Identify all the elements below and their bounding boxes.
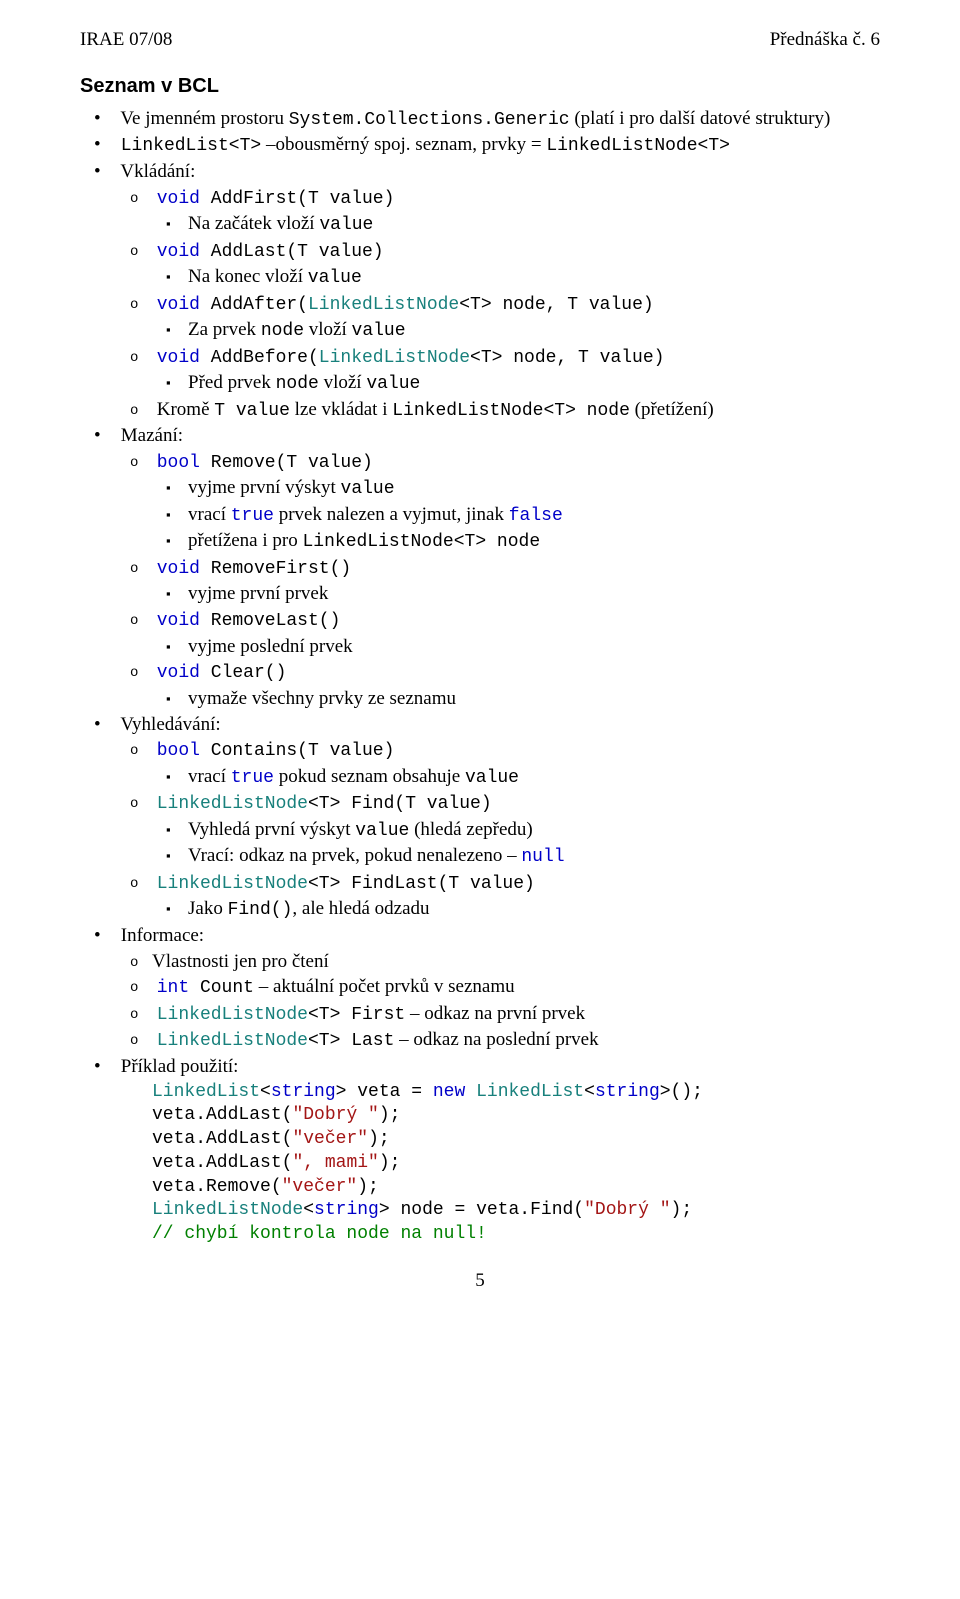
top-list: Ve jmenném prostoru System.Collections.G…: [80, 107, 880, 1247]
informace-header: Informace: Vlastnosti jen pro čtení int …: [116, 924, 880, 1053]
mazani-header: Mazání: bool Remove(T value) vyjme první…: [116, 424, 880, 711]
addlast: void AddLast(T value) Na konec vloží val…: [152, 239, 880, 290]
header-right: Přednáška č. 6: [770, 28, 880, 52]
find: LinkedListNode<T> Find(T value) Vyhledá …: [152, 791, 880, 869]
section-title: Seznam v BCL: [80, 74, 880, 99]
addafter: void AddAfter(LinkedListNode<T> node, T …: [152, 292, 880, 343]
page-number: 5: [80, 1269, 880, 1293]
contains: bool Contains(T value) vrací true pokud …: [152, 738, 880, 789]
addfirst: void AddFirst(T value) Na začátek vloží …: [152, 186, 880, 237]
info-readonly: Vlastnosti jen pro čtení: [152, 950, 880, 974]
page-header: IRAE 07/08 Přednáška č. 6: [80, 28, 880, 52]
vkladani-header: Vkládání: void AddFirst(T value) Na začá…: [116, 160, 880, 422]
info-count: int Count – aktuální počet prvků v sezna…: [152, 975, 880, 1000]
info-first: LinkedListNode<T> First – odkaz na první…: [152, 1002, 880, 1027]
addbefore: void AddBefore(LinkedListNode<T> node, T…: [152, 345, 880, 396]
code-example: LinkedList<string> veta = new LinkedList…: [116, 1081, 880, 1247]
clear: void Clear() vymaže všechny prvky ze sez…: [152, 660, 880, 710]
info-last: LinkedListNode<T> Last – odkaz na posled…: [152, 1028, 880, 1053]
header-left: IRAE 07/08: [80, 28, 172, 52]
vyhledavani-header: Vyhledávání: bool Contains(T value) vrac…: [116, 713, 880, 922]
intro-line-1: Ve jmenném prostoru System.Collections.G…: [116, 107, 880, 132]
removelast: void RemoveLast() vyjme poslední prvek: [152, 608, 880, 658]
removefirst: void RemoveFirst() vyjme první prvek: [152, 556, 880, 606]
findlast: LinkedListNode<T> FindLast(T value) Jako…: [152, 871, 880, 922]
vkladani-overload-note: Kromě T value lze vkládat i LinkedListNo…: [152, 398, 880, 423]
priklad-header: Příklad použití: LinkedList<string> veta…: [116, 1055, 880, 1247]
intro-line-2: LinkedList<T> –obousměrný spoj. seznam, …: [116, 133, 880, 158]
remove: bool Remove(T value) vyjme první výskyt …: [152, 450, 880, 554]
